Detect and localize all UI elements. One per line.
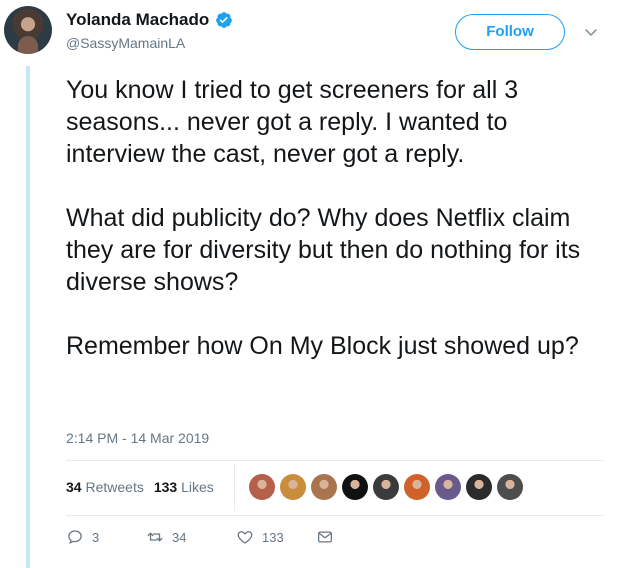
thread-line (26, 66, 30, 568)
tweet-paragraph: What did publicity do? Why does Netflix … (66, 204, 581, 296)
author-display-name[interactable]: Yolanda Machado (66, 10, 209, 30)
retweets-stat-count: 34 (66, 479, 82, 495)
liker-avatar-4[interactable] (342, 474, 368, 500)
reply-button[interactable]: 3 (66, 528, 146, 546)
liker-avatar-3[interactable] (311, 474, 337, 500)
chevron-down-icon[interactable] (583, 24, 599, 40)
retweets-stat[interactable]: 34 Retweets (66, 479, 144, 495)
author-name-row: Yolanda Machado (66, 10, 233, 30)
tweet-timestamp[interactable]: 2:14 PM - 14 Mar 2019 (66, 430, 209, 446)
divider (66, 460, 604, 461)
tweet-stats: 34 Retweets 133 Likes (66, 479, 214, 495)
liker-avatar-7[interactable] (435, 474, 461, 500)
liker-avatar-8[interactable] (466, 474, 492, 500)
likes-stat-count: 133 (153, 479, 178, 495)
retweet-icon (147, 532, 163, 542)
verified-badge-icon (216, 12, 233, 28)
author-handle[interactable]: @SassyMamainLA (66, 35, 185, 51)
reply-icon (68, 530, 82, 544)
tweet-actions: 3 34 133 (66, 528, 334, 546)
retweets-stat-label: Retweets (85, 479, 144, 495)
retweet-count: 34 (172, 529, 187, 545)
divider (66, 515, 604, 516)
liker-avatar-5[interactable] (373, 474, 399, 500)
envelope-icon (317, 531, 333, 543)
likes-stat[interactable]: 133 Likes (154, 479, 214, 495)
retweet-button[interactable]: 34 (146, 528, 236, 546)
direct-message-button[interactable] (316, 528, 334, 546)
tweet-paragraph: Remember how On My Block just showed up? (66, 332, 579, 360)
liker-avatars (249, 474, 523, 500)
tweet-text: You know I tried to get screeners for al… (66, 74, 611, 362)
like-count: 133 (262, 529, 284, 545)
like-button[interactable]: 133 (236, 528, 316, 546)
stats-separator (234, 464, 235, 511)
liker-avatar-1[interactable] (249, 474, 275, 500)
heart-icon (237, 531, 253, 544)
liker-avatar-2[interactable] (280, 474, 306, 500)
avatar[interactable] (4, 6, 52, 54)
reply-count: 3 (92, 529, 100, 545)
liker-avatar-6[interactable] (404, 474, 430, 500)
likes-stat-label: Likes (181, 479, 214, 495)
follow-button[interactable]: Follow (455, 14, 565, 50)
liker-avatar-9[interactable] (497, 474, 523, 500)
tweet-paragraph: You know I tried to get screeners for al… (66, 76, 519, 168)
